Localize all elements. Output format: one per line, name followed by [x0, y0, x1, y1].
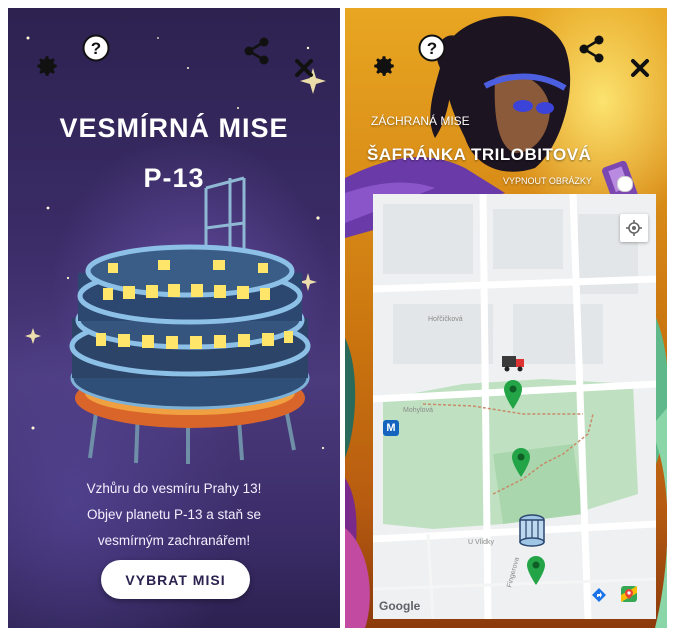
mission-select-screen: ? VESMÍRNÁ MISE P-13 Vzhůru do vesmíru P… [8, 8, 340, 628]
directions-icon[interactable] [591, 587, 607, 607]
truck-marker-icon[interactable] [501, 352, 527, 372]
map-view[interactable]: Hořčičková Mohylová U Vlídky Fingerova M [373, 194, 656, 619]
description-line: vesmírným zachranářem! [97, 533, 251, 548]
close-icon[interactable] [630, 58, 650, 78]
svg-text:?: ? [91, 39, 101, 58]
help-icon[interactable]: ? [418, 34, 446, 62]
mission-description: Vzhůru do vesmíru Prahy 13! Objev planet… [34, 476, 314, 554]
description-line: Objev planetu P-13 a staň se [86, 507, 262, 522]
toggle-images-label: VYPNOUT OBRÁZKY [503, 176, 592, 186]
close-icon[interactable] [294, 58, 314, 78]
google-attribution: Google [379, 599, 421, 613]
mission-map-screen: ? ZÁCHRANÁ MISE ŠAFRÁNKA TRILOBITOVÁ VYP… [345, 8, 667, 628]
mission-label: ZÁCHRANÁ MISE [371, 114, 470, 128]
locate-icon[interactable] [620, 214, 648, 242]
share-icon[interactable] [242, 36, 272, 66]
share-icon[interactable] [577, 34, 607, 64]
description-line: Vzhůru do vesmíru Prahy 13! [86, 481, 262, 496]
location-pin-icon[interactable] [510, 446, 532, 478]
street-label: Mohylová [403, 407, 433, 414]
space-station-marker-icon[interactable] [517, 512, 547, 552]
metro-station-icon[interactable]: M [383, 420, 399, 436]
svg-text:?: ? [427, 39, 437, 58]
street-label: Hořčičková [428, 316, 463, 323]
page-title: VESMÍRNÁ MISE [59, 113, 289, 143]
location-pin-icon[interactable] [502, 378, 524, 410]
select-mission-button[interactable]: VYBRAT MISI [101, 560, 250, 599]
space-station-illustration [69, 176, 311, 464]
toggle-images-switch[interactable] [617, 176, 633, 192]
help-icon[interactable]: ? [82, 34, 110, 62]
gear-icon[interactable] [371, 53, 397, 79]
street-label: U Vlídky [468, 539, 495, 546]
character-name: ŠAFRÁNKA TRILOBITOVÁ [367, 145, 592, 164]
location-pin-icon[interactable] [525, 554, 547, 586]
maps-app-icon[interactable] [620, 585, 638, 607]
gear-icon[interactable] [34, 53, 60, 79]
